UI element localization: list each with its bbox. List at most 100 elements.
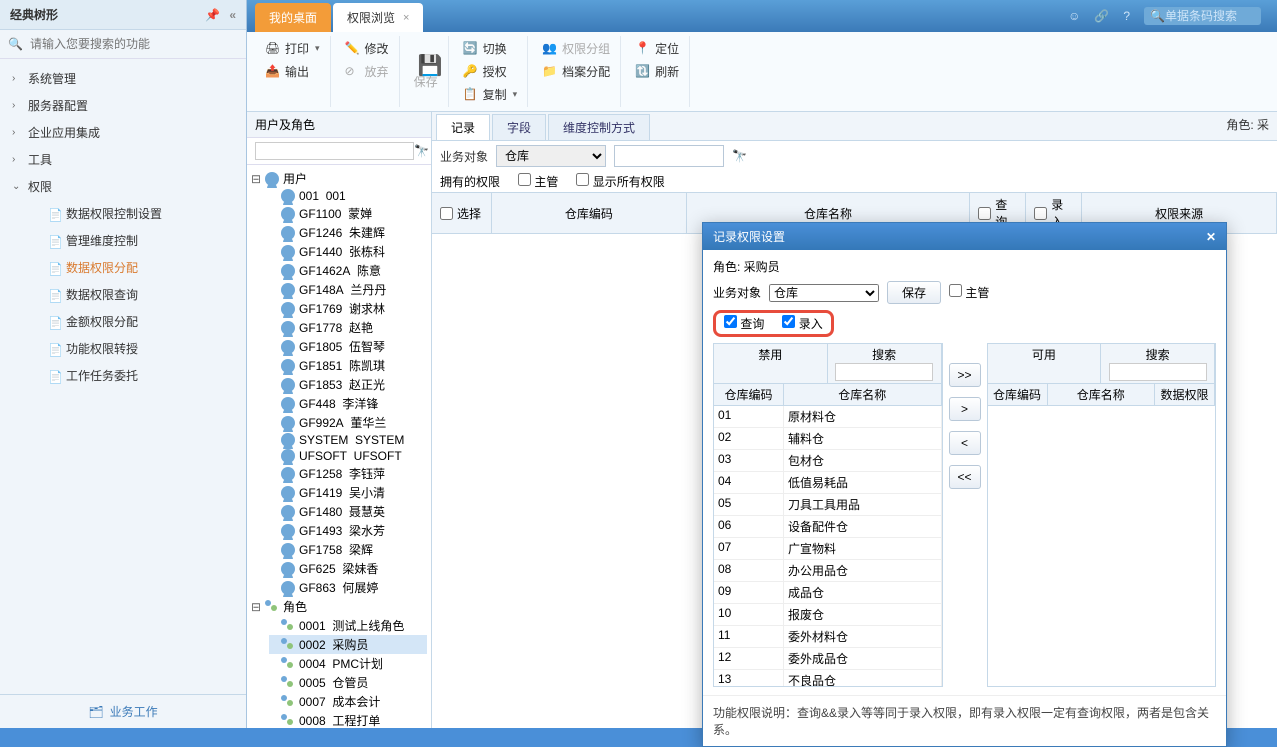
locate-button[interactable]: 📍定位: [631, 38, 683, 59]
refresh-button[interactable]: 🔃刷新: [631, 61, 683, 82]
nav-enterprise[interactable]: ›企业应用集成: [0, 119, 246, 146]
close-icon[interactable]: ×: [403, 12, 409, 24]
biz-object-select[interactable]: 仓库: [496, 145, 606, 167]
filter-input[interactable]: [614, 145, 724, 167]
binoculars-icon[interactable]: 🔭: [732, 149, 747, 163]
list-row[interactable]: 10报废仓: [714, 604, 942, 626]
nav-perm-child[interactable]: 📄功能权限转授: [0, 335, 246, 362]
switch-button[interactable]: 🔄切换: [459, 38, 522, 59]
tree-user-root[interactable]: ⊟用户: [251, 169, 427, 188]
tree-user-item[interactable]: GF448 李洋锋: [269, 394, 427, 413]
move-left-button[interactable]: <: [949, 431, 981, 455]
print-button[interactable]: 🖨打印▾: [261, 38, 324, 59]
tree-user-item[interactable]: SYSTEM SYSTEM: [269, 432, 427, 448]
sub-tab-record[interactable]: 记录: [436, 114, 490, 140]
dialog-biz-select[interactable]: 仓库: [769, 284, 879, 302]
list-row[interactable]: 07广宣物料: [714, 538, 942, 560]
nav-tools[interactable]: ›工具: [0, 146, 246, 173]
tree-role-item[interactable]: 0008 工程打单: [269, 711, 427, 728]
sub-tab-field[interactable]: 字段: [492, 114, 546, 140]
nav-perm-child[interactable]: 📄数据权限查询: [0, 281, 246, 308]
move-all-right-button[interactable]: >>: [949, 363, 981, 387]
tree-user-item[interactable]: GF1246 朱建辉: [269, 223, 427, 242]
list-row[interactable]: 09成品仓: [714, 582, 942, 604]
disabled-search-input[interactable]: [835, 363, 933, 381]
tree-user-item[interactable]: GF1480 聂慧英: [269, 502, 427, 521]
top-search-input[interactable]: [1165, 9, 1255, 23]
tree-role-root[interactable]: ⊟角色: [251, 597, 427, 616]
input-checkbox[interactable]: 录入: [782, 315, 822, 332]
tree-user-item[interactable]: GF1851 陈凯琪: [269, 356, 427, 375]
tree-user-item[interactable]: GF625 梁妹香: [269, 559, 427, 578]
tree-user-item[interactable]: GF148A 兰丹丹: [269, 280, 427, 299]
query-checkbox[interactable]: 查询: [724, 315, 764, 332]
list-row[interactable]: 11委外材料仓: [714, 626, 942, 648]
save-button[interactable]: 💾保存: [410, 51, 442, 92]
tree-role-item[interactable]: 0005 仓管员: [269, 673, 427, 692]
tree-role-item[interactable]: 0001 测试上线角色: [269, 616, 427, 635]
tree-user-item[interactable]: GF1758 梁辉: [269, 540, 427, 559]
nav-perm-child[interactable]: 📄数据权限控制设置: [0, 200, 246, 227]
dialog-save-button[interactable]: 保存: [887, 281, 941, 304]
tree-user-item[interactable]: GF1462A 陈意: [269, 261, 427, 280]
help-icon[interactable]: ?: [1123, 9, 1130, 23]
list-row[interactable]: 03包材仓: [714, 450, 942, 472]
supervisor-check[interactable]: 主管: [518, 173, 558, 190]
list-row[interactable]: 05刀具工具用品: [714, 494, 942, 516]
perm-group-button[interactable]: 👥权限分组: [538, 38, 614, 59]
sidebar-footer[interactable]: 🗂 业务工作: [0, 694, 246, 728]
tree-user-item[interactable]: GF1805 伍智琴: [269, 337, 427, 356]
tree-user-item[interactable]: GF863 何展婷: [269, 578, 427, 597]
show-all-check[interactable]: 显示所有权限: [576, 173, 664, 190]
tab-perm-browse[interactable]: 权限浏览×: [333, 3, 423, 32]
nav-server[interactable]: ›服务器配置: [0, 92, 246, 119]
tree-role-item[interactable]: 0002 采购员: [269, 635, 427, 654]
available-search-input[interactable]: [1109, 363, 1207, 381]
pin-icon[interactable]: 📌: [205, 8, 220, 22]
link-icon[interactable]: 🔗: [1094, 9, 1109, 23]
sub-tab-dim[interactable]: 维度控制方式: [548, 114, 650, 140]
nav-system[interactable]: ›系统管理: [0, 65, 246, 92]
copy-button[interactable]: 📋复制▾: [459, 84, 522, 105]
dialog-supervisor-check[interactable]: 主管: [949, 284, 989, 301]
tree-user-item[interactable]: GF1258 李钰萍: [269, 464, 427, 483]
nav-permission[interactable]: ⌄权限: [0, 173, 246, 200]
list-row[interactable]: 13不良品仓: [714, 670, 942, 686]
list-row[interactable]: 06设备配件仓: [714, 516, 942, 538]
tree-user-item[interactable]: GF1440 张栋科: [269, 242, 427, 261]
tree-user-item[interactable]: GF1100 蒙婵: [269, 204, 427, 223]
abandon-button[interactable]: ⊘放弃: [341, 61, 393, 82]
move-right-button[interactable]: >: [949, 397, 981, 421]
file-alloc-button[interactable]: 📁档案分配: [538, 61, 614, 82]
tree-role-item[interactable]: 0007 成本会计: [269, 692, 427, 711]
tab-desktop[interactable]: 我的桌面: [255, 3, 331, 32]
binoculars-icon[interactable]: 🔭: [414, 144, 429, 158]
col-code[interactable]: 仓库编码: [492, 193, 687, 233]
move-all-left-button[interactable]: <<: [949, 465, 981, 489]
tree-user-item[interactable]: GF1778 赵艳: [269, 318, 427, 337]
collapse-icon[interactable]: «: [229, 8, 236, 22]
list-row[interactable]: 01原材料仓: [714, 406, 942, 428]
tree-user-item[interactable]: GF1853 赵正光: [269, 375, 427, 394]
tree-user-item[interactable]: 001 001: [269, 188, 427, 204]
list-row[interactable]: 08办公用品仓: [714, 560, 942, 582]
list-row[interactable]: 02辅料仓: [714, 428, 942, 450]
tree-role-item[interactable]: 0004 PMC计划: [269, 654, 427, 673]
nav-perm-child[interactable]: 📄管理维度控制: [0, 227, 246, 254]
output-button[interactable]: 📤输出: [261, 61, 324, 82]
nav-perm-child[interactable]: 📄工作任务委托: [0, 362, 246, 389]
tree-user-item[interactable]: GF1419 吴小清: [269, 483, 427, 502]
modify-button[interactable]: ✏️修改: [341, 38, 393, 59]
nav-perm-child[interactable]: 📄金额权限分配: [0, 308, 246, 335]
close-icon[interactable]: ✕: [1206, 230, 1216, 244]
tree-user-item[interactable]: UFSOFT UFSOFT: [269, 448, 427, 464]
smile-icon[interactable]: ☺: [1068, 9, 1080, 23]
nav-perm-child[interactable]: 📄数据权限分配: [0, 254, 246, 281]
list-row[interactable]: 12委外成品仓: [714, 648, 942, 670]
tree-filter-input[interactable]: [255, 142, 414, 160]
list-row[interactable]: 04低值易耗品: [714, 472, 942, 494]
sidebar-search-input[interactable]: [27, 34, 238, 54]
tree-user-item[interactable]: GF1493 梁水芳: [269, 521, 427, 540]
col-select[interactable]: 选择: [432, 193, 492, 233]
dialog-header[interactable]: 记录权限设置 ✕: [703, 223, 1226, 250]
